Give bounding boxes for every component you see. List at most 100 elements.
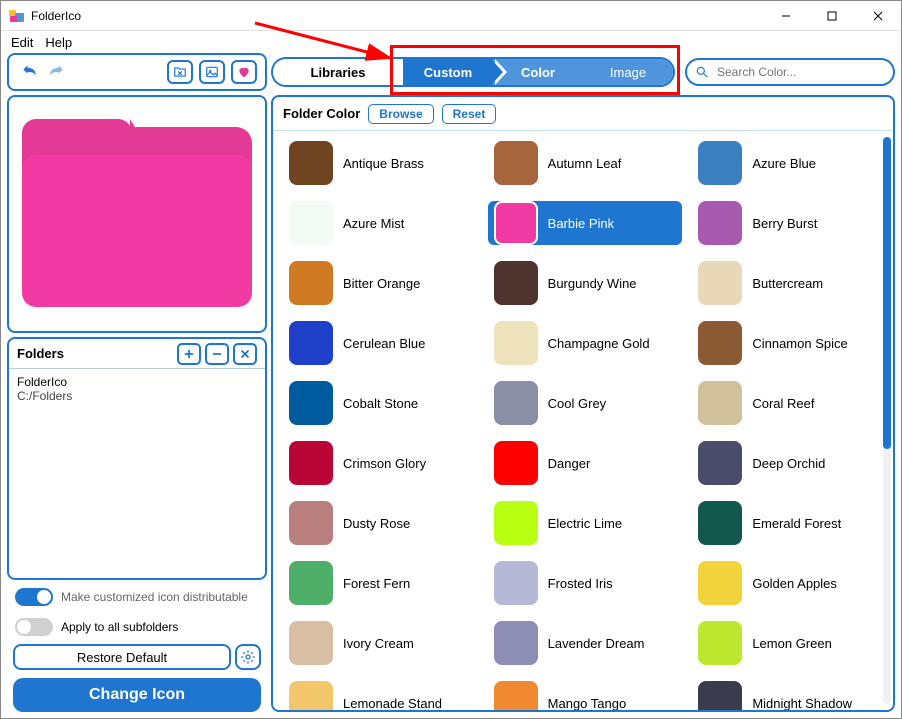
folder-list[interactable]: FolderIco C:/Folders bbox=[9, 369, 265, 578]
color-swatch[interactable]: Deep Orchid bbox=[692, 441, 887, 485]
color-swatch[interactable]: Cinnamon Spice bbox=[692, 321, 887, 365]
color-swatch[interactable]: Coral Reef bbox=[692, 381, 887, 425]
color-swatch[interactable]: Lemonade Stand bbox=[283, 681, 478, 710]
folder-item-path: C:/Folders bbox=[17, 389, 257, 403]
clear-folders-icon[interactable] bbox=[233, 343, 257, 365]
close-button[interactable] bbox=[855, 1, 901, 31]
color-swatch[interactable]: Cool Grey bbox=[488, 381, 683, 425]
color-swatch[interactable]: Bitter Orange bbox=[283, 261, 478, 305]
color-swatch[interactable]: Antique Brass bbox=[283, 141, 478, 185]
color-swatch[interactable]: Ivory Cream bbox=[283, 621, 478, 665]
undo-icon[interactable] bbox=[17, 61, 43, 83]
scrollbar[interactable] bbox=[883, 137, 891, 704]
tab-libraries-label: Libraries bbox=[311, 65, 366, 80]
swatch-icon bbox=[698, 141, 742, 185]
swatch-icon bbox=[289, 321, 333, 365]
color-swatch[interactable]: Crimson Glory bbox=[283, 441, 478, 485]
color-swatch[interactable]: Midnight Shadow bbox=[692, 681, 887, 710]
browse-button[interactable]: Browse bbox=[368, 104, 433, 124]
color-swatch[interactable]: Azure Blue bbox=[692, 141, 887, 185]
color-swatch[interactable]: Lemon Green bbox=[692, 621, 887, 665]
swatch-label: Midnight Shadow bbox=[752, 696, 852, 711]
color-swatch[interactable]: Autumn Leaf bbox=[488, 141, 683, 185]
reset-button[interactable]: Reset bbox=[442, 104, 497, 124]
settings-button[interactable] bbox=[235, 644, 261, 670]
heart-icon[interactable] bbox=[231, 60, 257, 84]
left-toolbar bbox=[7, 53, 267, 91]
color-swatch[interactable]: Mango Tango bbox=[488, 681, 683, 710]
toggle-subfolders[interactable] bbox=[15, 618, 53, 636]
option-distributable: Make customized icon distributable bbox=[7, 584, 267, 610]
color-swatch[interactable]: Danger bbox=[488, 441, 683, 485]
folder-x-icon[interactable] bbox=[167, 60, 193, 84]
menubar: Edit Help bbox=[1, 31, 901, 53]
menu-edit[interactable]: Edit bbox=[11, 35, 33, 50]
color-swatch[interactable]: Lavender Dream bbox=[488, 621, 683, 665]
minimize-button[interactable] bbox=[763, 1, 809, 31]
color-swatch[interactable]: Barbie Pink bbox=[488, 201, 683, 245]
swatch-label: Dusty Rose bbox=[343, 516, 410, 531]
folders-panel: Folders FolderIco C:/Folders bbox=[7, 337, 267, 580]
color-swatch[interactable]: Cerulean Blue bbox=[283, 321, 478, 365]
swatch-label: Cool Grey bbox=[548, 396, 607, 411]
swatch-icon bbox=[289, 141, 333, 185]
swatch-icon bbox=[698, 201, 742, 245]
color-swatch[interactable]: Forest Fern bbox=[283, 561, 478, 605]
swatch-label: Cerulean Blue bbox=[343, 336, 425, 351]
swatch-icon bbox=[289, 201, 333, 245]
swatch-label: Barbie Pink bbox=[548, 216, 614, 231]
color-swatch[interactable]: Burgundy Wine bbox=[488, 261, 683, 305]
swatch-icon bbox=[698, 261, 742, 305]
tab-custom-label: Custom bbox=[424, 65, 472, 80]
color-swatch[interactable]: Champagne Gold bbox=[488, 321, 683, 365]
label-subfolders: Apply to all subfolders bbox=[61, 620, 178, 634]
tab-custom[interactable]: Custom bbox=[403, 59, 493, 85]
swatch-label: Electric Lime bbox=[548, 516, 622, 531]
color-swatch[interactable]: Cobalt Stone bbox=[283, 381, 478, 425]
swatch-label: Golden Apples bbox=[752, 576, 837, 591]
swatch-label: Frosted Iris bbox=[548, 576, 613, 591]
color-swatch[interactable]: Electric Lime bbox=[488, 501, 683, 545]
titlebar: FolderIco bbox=[1, 1, 901, 31]
swatch-label: Buttercream bbox=[752, 276, 823, 291]
restore-default-button[interactable]: Restore Default bbox=[13, 644, 231, 670]
swatch-icon bbox=[494, 441, 538, 485]
color-swatch[interactable]: Berry Burst bbox=[692, 201, 887, 245]
swatch-icon bbox=[494, 381, 538, 425]
tab-image[interactable]: Image bbox=[583, 59, 673, 85]
swatch-icon bbox=[494, 321, 538, 365]
add-folder-icon[interactable] bbox=[177, 343, 201, 365]
swatch-label: Lemon Green bbox=[752, 636, 832, 651]
color-swatch[interactable]: Dusty Rose bbox=[283, 501, 478, 545]
change-icon-button[interactable]: Change Icon bbox=[13, 678, 261, 712]
swatch-label: Cobalt Stone bbox=[343, 396, 418, 411]
color-swatch[interactable]: Buttercream bbox=[692, 261, 887, 305]
app-icon bbox=[9, 8, 25, 24]
redo-icon[interactable] bbox=[43, 61, 69, 83]
swatch-label: Forest Fern bbox=[343, 576, 410, 591]
swatch-label: Danger bbox=[548, 456, 591, 471]
remove-folder-icon[interactable] bbox=[205, 343, 229, 365]
swatch-label: Bitter Orange bbox=[343, 276, 420, 291]
tab-libraries[interactable]: Libraries bbox=[273, 59, 403, 85]
toggle-distributable[interactable] bbox=[15, 588, 53, 606]
color-grid-panel: Folder Color Browse Reset Antique BrassA… bbox=[271, 95, 895, 712]
color-swatch[interactable]: Golden Apples bbox=[692, 561, 887, 605]
maximize-button[interactable] bbox=[809, 1, 855, 31]
swatch-icon bbox=[698, 501, 742, 545]
menu-help[interactable]: Help bbox=[45, 35, 72, 50]
search-field[interactable] bbox=[685, 58, 895, 86]
color-swatch[interactable]: Azure Mist bbox=[283, 201, 478, 245]
tab-image-label: Image bbox=[610, 65, 646, 80]
swatch-label: Lavender Dream bbox=[548, 636, 645, 651]
option-subfolders: Apply to all subfolders bbox=[7, 614, 267, 640]
swatch-label: Burgundy Wine bbox=[548, 276, 637, 291]
swatch-icon bbox=[494, 141, 538, 185]
search-input[interactable] bbox=[715, 64, 885, 80]
swatch-icon bbox=[698, 621, 742, 665]
image-icon[interactable] bbox=[199, 60, 225, 84]
color-swatch[interactable]: Frosted Iris bbox=[488, 561, 683, 605]
folder-item-name: FolderIco bbox=[17, 375, 257, 389]
color-swatch[interactable]: Emerald Forest bbox=[692, 501, 887, 545]
scrollbar-thumb[interactable] bbox=[883, 137, 891, 449]
